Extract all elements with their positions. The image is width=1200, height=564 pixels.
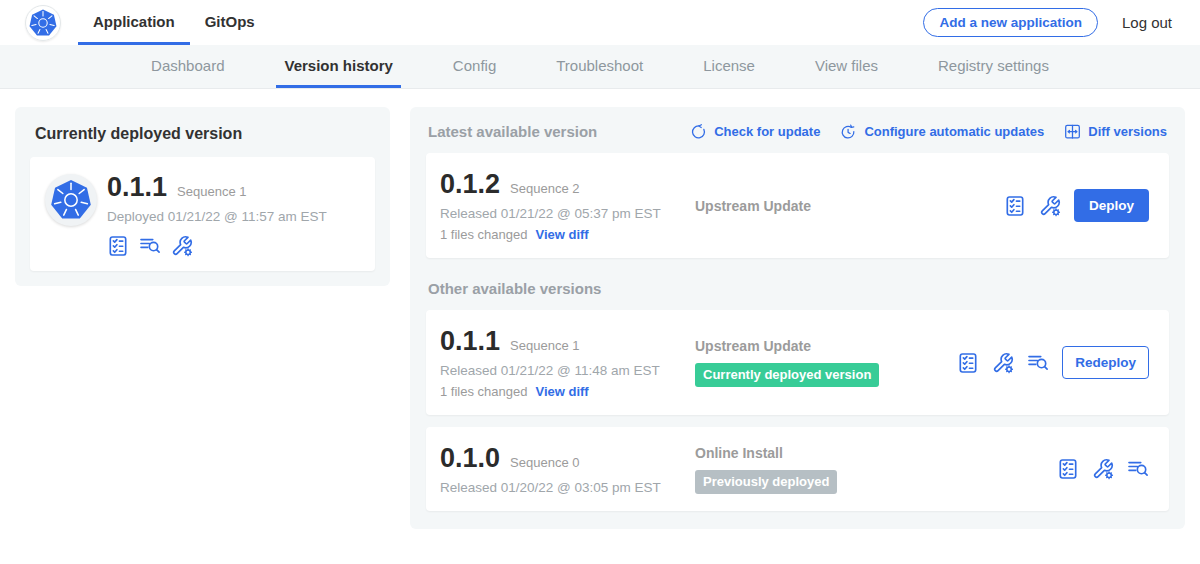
preflight-checklist-icon[interactable]	[1004, 195, 1026, 217]
view-diff-icon[interactable]	[139, 235, 161, 257]
version-number: 0.1.2	[440, 169, 500, 200]
released-timestamp: Released 01/21/22 @ 05:37 pm EST	[440, 206, 695, 221]
config-wrench-icon[interactable]	[992, 352, 1014, 374]
subnav-license[interactable]: License	[695, 45, 763, 88]
config-wrench-icon[interactable]	[1039, 195, 1061, 217]
subnav-dashboard[interactable]: Dashboard	[143, 45, 232, 88]
other-versions-title: Other available versions	[428, 280, 1167, 297]
view-diff-link[interactable]: View diff	[535, 384, 588, 399]
preflight-checklist-icon[interactable]	[957, 352, 979, 374]
add-new-application-button[interactable]: Add a new application	[923, 8, 1098, 37]
version-info: 0.1.1 Sequence 1 Released 01/21/22 @ 11:…	[440, 326, 695, 399]
version-actions: Redeploy	[957, 346, 1149, 379]
configure-automatic-updates-link[interactable]: Configure automatic updates	[840, 123, 1044, 140]
released-timestamp: Released 01/20/22 @ 03:05 pm EST	[440, 480, 695, 495]
version-number: 0.1.1	[440, 326, 500, 357]
currently-deployed-card: Currently deployed version 0.1.1 Sequenc…	[15, 107, 390, 286]
released-timestamp: Released 01/21/22 @ 11:48 am EST	[440, 363, 695, 378]
subnav-config[interactable]: Config	[445, 45, 504, 88]
panel-head: Latest available version Check for updat…	[428, 123, 1167, 140]
source-label: Upstream Update	[695, 198, 1004, 214]
top-navbar: Application GitOps Add a new application…	[0, 0, 1200, 45]
config-wrench-icon[interactable]	[171, 235, 193, 257]
source-label: Online Install	[695, 445, 1057, 461]
sequence-label: Sequence 2	[510, 181, 579, 196]
latest-version-title: Latest available version	[428, 123, 597, 140]
version-actions: Deploy	[1004, 189, 1149, 222]
schedule-clock-icon	[840, 123, 857, 140]
previously-deployed-badge: Previously deployed	[695, 470, 837, 494]
app-logo-large	[45, 174, 97, 226]
view-diff-link[interactable]: View diff	[535, 227, 588, 242]
version-number: 0.1.0	[440, 443, 500, 474]
version-row-0-1-0: 0.1.0 Sequence 0 Released 01/20/22 @ 03:…	[426, 427, 1169, 511]
deployed-version-info: 0.1.1 Sequence 1 Deployed 01/21/22 @ 11:…	[107, 172, 327, 257]
files-changed-label: 1 files changed	[440, 384, 527, 399]
sequence-label: Sequence 0	[510, 455, 579, 470]
deployed-actions	[107, 235, 327, 257]
version-source: Upstream Update Currently deployed versi…	[695, 338, 957, 387]
tab-gitops[interactable]: GitOps	[190, 0, 270, 45]
app-subnav: Dashboard Version history Config Trouble…	[0, 45, 1200, 89]
subnav-registry-settings[interactable]: Registry settings	[930, 45, 1057, 88]
version-info: 0.1.2 Sequence 2 Released 01/21/22 @ 05:…	[440, 169, 695, 242]
deployed-version-box: 0.1.1 Sequence 1 Deployed 01/21/22 @ 11:…	[30, 157, 375, 271]
config-wrench-icon[interactable]	[1092, 458, 1114, 480]
topnav-right: Add a new application Log out	[923, 8, 1172, 37]
version-row-0-1-1: 0.1.1 Sequence 1 Released 01/21/22 @ 11:…	[426, 310, 1169, 415]
tab-application[interactable]: Application	[78, 0, 190, 45]
preflight-checklist-icon[interactable]	[107, 235, 129, 257]
diff-versions-link[interactable]: Diff versions	[1064, 123, 1167, 140]
deploy-button[interactable]: Deploy	[1074, 189, 1149, 222]
view-diff-icon[interactable]	[1027, 352, 1049, 374]
version-source: Online Install Previously deployed	[695, 445, 1057, 494]
deployed-sequence: Sequence 1	[177, 184, 246, 199]
redeploy-button[interactable]: Redeploy	[1062, 346, 1149, 379]
main-content: Currently deployed version 0.1.1 Sequenc…	[0, 89, 1200, 529]
version-info: 0.1.0 Sequence 0 Released 01/20/22 @ 03:…	[440, 443, 695, 495]
app-logo	[25, 5, 61, 41]
kubernetes-logo-icon	[49, 178, 93, 222]
subnav-troubleshoot[interactable]: Troubleshoot	[548, 45, 651, 88]
deployed-card-title: Currently deployed version	[35, 125, 375, 143]
deployed-version-number: 0.1.1	[107, 172, 167, 203]
preflight-checklist-icon[interactable]	[1057, 458, 1079, 480]
top-tabs: Application GitOps	[78, 0, 270, 45]
currently-deployed-badge: Currently deployed version	[695, 363, 879, 387]
subnav-version-history[interactable]: Version history	[276, 45, 400, 88]
version-source: Upstream Update	[695, 198, 1004, 214]
sequence-label: Sequence 1	[510, 338, 579, 353]
refresh-icon	[690, 123, 707, 140]
deployed-timestamp: Deployed 01/21/22 @ 11:57 am EST	[107, 209, 327, 224]
subnav-view-files[interactable]: View files	[807, 45, 886, 88]
check-for-update-link[interactable]: Check for update	[690, 123, 820, 140]
logout-button[interactable]: Log out	[1122, 14, 1172, 31]
version-history-panel: Latest available version Check for updat…	[410, 107, 1185, 529]
source-label: Upstream Update	[695, 338, 957, 354]
kubernetes-logo-icon	[28, 8, 58, 38]
files-changed-label: 1 files changed	[440, 227, 527, 242]
view-diff-icon[interactable]	[1127, 458, 1149, 480]
diff-versions-icon	[1064, 123, 1081, 140]
version-actions	[1057, 458, 1149, 480]
version-row-0-1-2: 0.1.2 Sequence 2 Released 01/21/22 @ 05:…	[426, 153, 1169, 258]
panel-actions: Check for update Configure automatic upd…	[690, 123, 1167, 140]
